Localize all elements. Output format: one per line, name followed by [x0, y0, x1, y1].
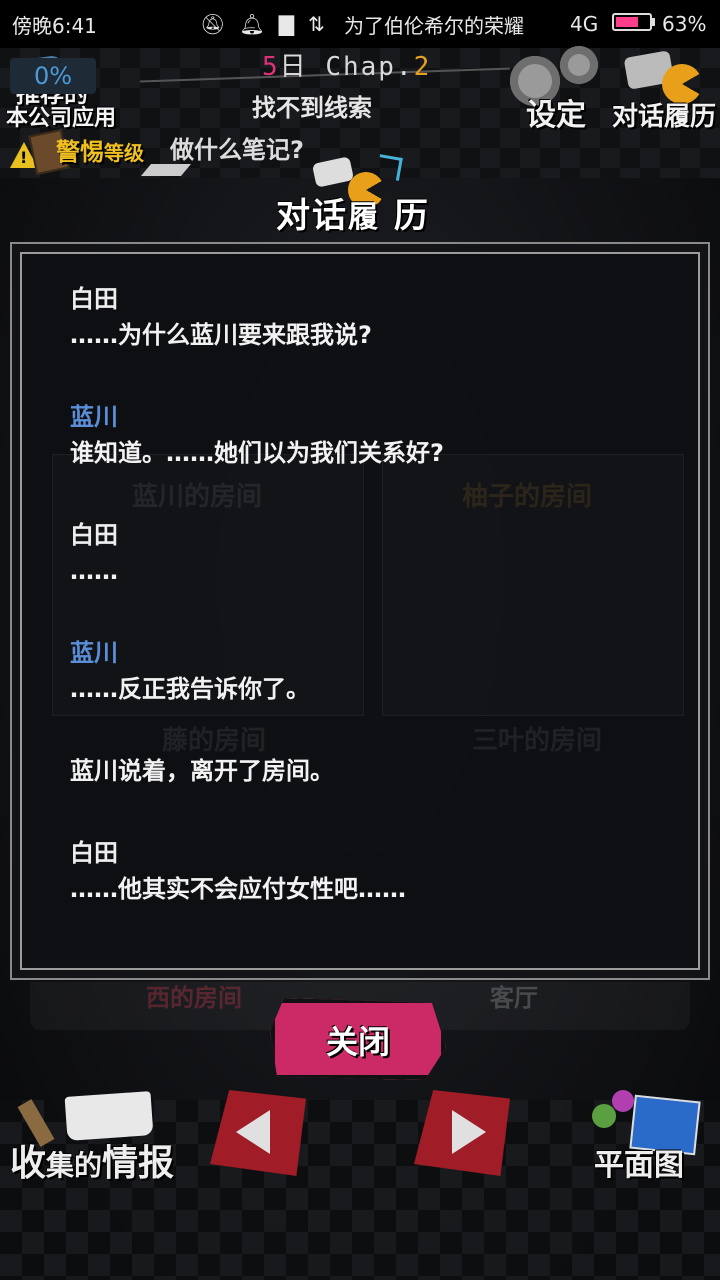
arrow-right-icon [452, 1110, 486, 1154]
data-transfer-icon: ⇅ [308, 12, 325, 36]
dialogue-entry: 蓝川说着，离开了房间。 [70, 752, 670, 790]
dialogue-log: 白田 ……为什么蓝川要来跟我说? 蓝川 谁知道。……她们以为我们关系好? 白田 … [70, 282, 670, 908]
close-label: 关闭 [325, 1023, 390, 1061]
chapter-number: 2 [413, 52, 432, 82]
mute-icon: 🔕︎ [200, 12, 226, 36]
lightning-icon [140, 164, 192, 176]
dialogue-line: …… [70, 557, 118, 585]
chapter-word: Chap. [325, 52, 414, 82]
speaker-name: 蓝川 [70, 639, 118, 667]
alert-level-label: 警惕等级 [56, 132, 144, 167]
panel-title-c: 历 [393, 196, 430, 236]
dialogue-entry: 白田 ……为什么蓝川要来跟我说? [70, 282, 670, 354]
battery-tip [652, 18, 655, 26]
dialogue-entry: 白田 ……他其实不会应付女性吧…… [70, 836, 670, 908]
dialogue-history-scroll[interactable]: 蓝川的房间 柚子的房间 藤的房间 三叶的房间 白田 ……为什么蓝川要来跟我说? … [20, 252, 700, 970]
speaker-name: 白田 [70, 285, 118, 313]
network-type: 4G [570, 12, 599, 36]
alert-percent: 0% [10, 58, 96, 94]
now-playing-text: 为了伯伦希尔的荣耀 [344, 13, 524, 38]
signal-icon: ▇ [278, 12, 295, 36]
speaker-name: 白田 [70, 839, 118, 867]
battery-icon [612, 13, 652, 31]
gear-small-icon [560, 46, 598, 84]
person-green-icon [592, 1104, 616, 1128]
alert-label-main: 警惕 [56, 138, 104, 166]
floor-plan-button[interactable]: 平面图 [590, 1086, 716, 1186]
dialogue-entry: 蓝川 谁知道。……她们以为我们关系好? [70, 400, 670, 472]
panel-title-a: 对话 [276, 196, 348, 236]
dialogue-history-button[interactable]: 对话履历 [610, 46, 718, 132]
alarm-icon: 🔔︎ [239, 12, 265, 36]
dialogue-line: ……为什么蓝川要来跟我说? [70, 321, 372, 349]
status-time: 傍晚6:41 [12, 13, 97, 38]
collected-info-label: 收集的情报 [10, 1134, 174, 1186]
arrow-left-icon [236, 1110, 270, 1154]
chapter-day-number: 5 [262, 52, 280, 82]
dialogue-history-label: 对话履历 [612, 102, 717, 132]
floor-plan-label: 平面图 [594, 1148, 684, 1183]
collected-info-label-c: 情报 [102, 1143, 175, 1184]
panel-title: 对话履 历 [276, 188, 430, 237]
settings-label: 设定 [526, 98, 586, 133]
room-label-west: 西的房间 [146, 984, 242, 1012]
speaker-name: 白田 [70, 521, 118, 549]
speaker-name: 蓝川 [70, 403, 118, 431]
collected-info-label-b: 集的 [46, 1149, 103, 1182]
settings-button[interactable]: 设定 [508, 46, 604, 133]
close-button[interactable]: 关闭 [270, 998, 446, 1080]
dialogue-line: ……他其实不会应付女性吧…… [70, 875, 406, 903]
dialogue-line: ……反正我告诉你了。 [70, 675, 310, 703]
battery-percent: 63% [662, 12, 707, 36]
chapter-day-unit: 日 [279, 52, 308, 82]
status-icons: 🔕︎ 🔔︎ ▇ ⇅ [200, 12, 325, 36]
note-prompt: 做什么笔记? [170, 136, 304, 164]
chapter-indicator: 5日 Chap.2 [262, 46, 431, 83]
dialogue-history-panel: 蓝川的房间 柚子的房间 藤的房间 三叶的房间 白田 ……为什么蓝川要来跟我说? … [10, 242, 710, 980]
collected-info-button[interactable]: 收集的情报 [6, 1086, 176, 1186]
dialogue-entry: 白田 …… [70, 518, 670, 590]
collected-info-label-a: 收 [10, 1143, 47, 1184]
room-label-living: 客厅 [490, 984, 538, 1012]
panel-title-b: 履 [348, 200, 380, 235]
alert-label-small: 等级 [104, 141, 144, 165]
status-bar: 傍晚6:41 🔕︎ 🔔︎ ▇ ⇅ 为了伯伦希尔的荣耀 4G 63% [0, 0, 720, 48]
person-purple-icon [612, 1090, 634, 1112]
current-objective: 找不到线索 [252, 94, 372, 122]
title-accent-icon [376, 154, 403, 181]
dialogue-entry: 蓝川 ……反正我告诉你了。 [70, 636, 670, 708]
dialogue-line: 谁知道。……她们以为我们关系好? [70, 439, 444, 467]
narration-line: 蓝川说着，离开了房间。 [70, 757, 334, 785]
